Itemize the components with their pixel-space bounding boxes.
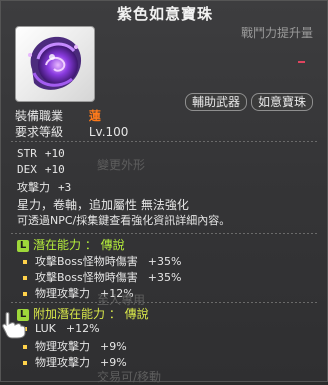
background-text: 變更外形 xyxy=(97,158,146,172)
potential-line: 攻擊Boss怪物時傷害 +35% xyxy=(23,253,181,269)
bonus-value: +12% xyxy=(65,322,100,335)
potential-label: 物理攻擊力 xyxy=(35,287,90,300)
combat-power-label: 戰鬥力提升量 xyxy=(240,26,313,40)
level-row: 要求等級 Lv.100 xyxy=(15,123,128,140)
potential-line: 攻擊Boss怪物時傷害 +35% xyxy=(23,269,181,285)
job-row: 裝備職業 蓮 xyxy=(15,107,101,124)
bonus-potential-line: 物理攻擊力 +9% xyxy=(23,338,127,354)
bullet-icon xyxy=(23,260,27,264)
job-value: 蓮 xyxy=(88,109,101,123)
item-tooltip: 紫色如意寶珠 戰鬥力提升量 輔助武器 如意寶珠 裝備職業 蓮 要求等級 Lv.1… xyxy=(0,0,328,384)
stat-dex: DEX +10 xyxy=(17,163,65,176)
bonus-potential-title-text: 附加潛在能力 ： 傳說 xyxy=(33,307,149,321)
potential-value: +35% xyxy=(147,271,182,284)
bonus-label: LUK xyxy=(35,322,56,335)
bonus-value: +9% xyxy=(100,340,127,353)
bullet-icon xyxy=(23,292,27,296)
stat-value: +10 xyxy=(44,163,65,176)
combat-power-indicator xyxy=(298,61,305,63)
stat-label: DEX xyxy=(17,163,37,176)
potential-label: 攻擊Boss怪物時傷害 xyxy=(35,255,138,268)
bonus-potential-title: L 附加潛在能力 ： 傳說 xyxy=(17,305,149,322)
item-category-badge: 如意寶珠 xyxy=(251,93,314,111)
level-value: Lv.100 xyxy=(88,125,129,139)
stat-label: STR xyxy=(17,147,37,160)
item-image-frame xyxy=(15,26,95,102)
enhance-flags: 星力，卷軸，追加屬性 無法強化 xyxy=(17,198,189,212)
stat-attack: 攻擊力 +3 xyxy=(17,179,71,195)
item-orb-icon xyxy=(28,36,82,90)
bonus-potential-line: LUK +12% xyxy=(23,322,100,335)
stat-value: +3 xyxy=(58,181,72,194)
divider xyxy=(11,233,319,234)
potential-label: 攻擊Boss怪物時傷害 xyxy=(35,271,138,284)
potential-rank-icon: L xyxy=(17,239,29,252)
bonus-label: 物理攻擊力 xyxy=(35,356,90,369)
hand-cursor-icon xyxy=(2,312,26,339)
level-label: 要求等級 xyxy=(15,125,64,139)
divider xyxy=(11,141,319,142)
divider xyxy=(11,302,319,303)
bonus-label: 物理攻擊力 xyxy=(35,340,90,353)
stat-value: +10 xyxy=(44,147,65,160)
potential-value: +35% xyxy=(147,255,182,268)
job-label: 裝備職業 xyxy=(15,109,64,123)
stat-str: STR +10 xyxy=(17,147,65,160)
item-title: 紫色如意寶珠 xyxy=(116,5,213,23)
bullet-icon xyxy=(23,345,27,349)
weapon-type-badge: 輔助武器 xyxy=(185,93,248,111)
enhance-note: 可透過NPC/採集鍵查看強化資訊詳細內容。 xyxy=(17,214,231,227)
bullet-icon xyxy=(23,276,27,280)
background-text: 交易可/移動 xyxy=(97,370,162,384)
stat-label: 攻擊力 xyxy=(17,181,50,194)
potential-title-text: 潛在能力 ： 傳說 xyxy=(33,238,125,252)
potential-title: L 潛在能力 ： 傳說 xyxy=(17,236,125,253)
bullet-icon xyxy=(23,361,27,365)
